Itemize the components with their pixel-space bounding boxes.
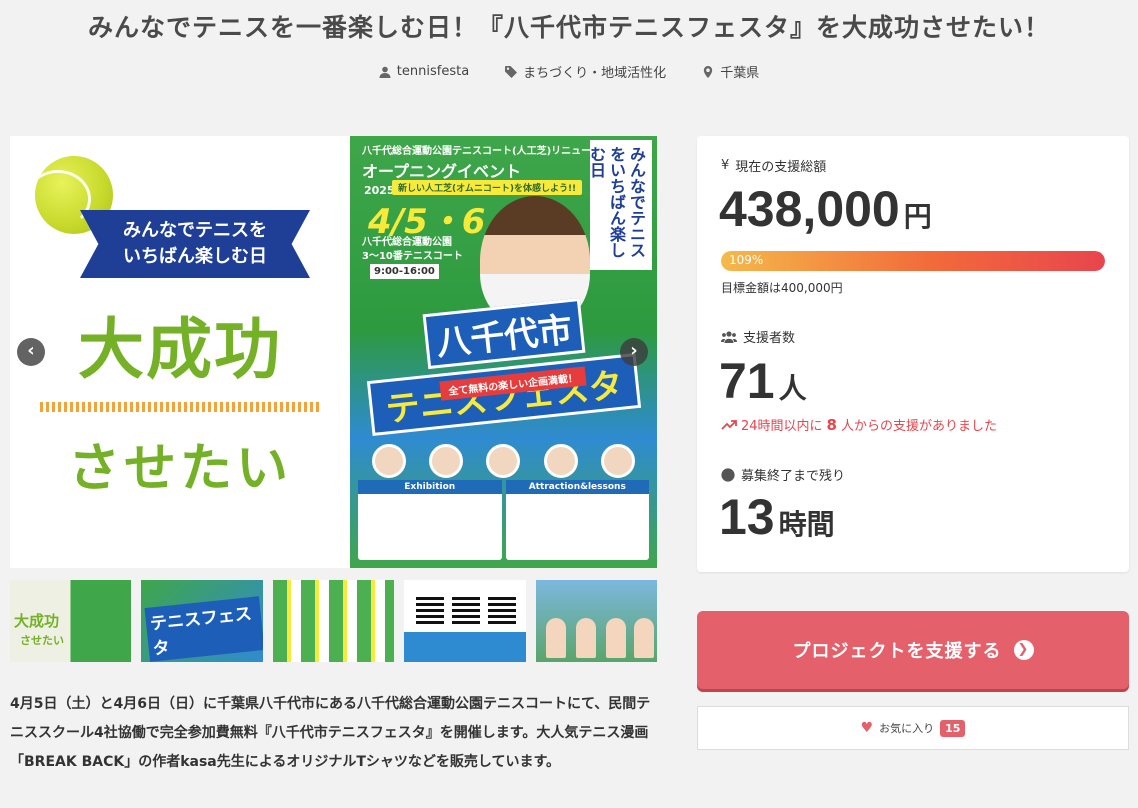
thumbnail-1-text: 大成功 — [14, 612, 60, 630]
recent-support-notice: 24時間以内に 8 人からの支援がありました — [721, 415, 997, 434]
category-link[interactable]: まちづくり・地域活性化 — [505, 62, 666, 81]
chevron-left-icon: ‹ — [27, 340, 35, 361]
poster-hours: 9:00-16:00 — [370, 264, 439, 279]
remaining-time: 13 時間 — [719, 488, 835, 546]
goal-amount: 目標金額は400,000円 — [721, 281, 843, 295]
remaining-label-text: 募集終了まで残り — [741, 469, 846, 484]
progress-percent: 109% — [729, 253, 764, 267]
guest-photo — [429, 444, 464, 478]
thumbnail-strip: 大成功 させたい テニスフェスタ — [10, 580, 658, 662]
funding-progress-bar: 109% — [721, 251, 1105, 271]
heart-icon: ♥ — [860, 720, 874, 736]
qr-code-icon — [452, 596, 481, 624]
total-label-text: 現在の支援総額 — [735, 160, 827, 175]
slide-image-2: 八千代総合運動公園テニスコート(人工芝)リニューアル オープニングイベント 20… — [350, 136, 657, 568]
yen-icon: ¥ — [721, 158, 730, 173]
slider-prev-button[interactable]: ‹ — [17, 338, 45, 366]
slide-image-1: みんなでテニスを いちばん楽しむ日 大成功 させたい — [10, 136, 350, 568]
thumbnail-2[interactable]: テニスフェスタ — [141, 580, 263, 662]
project-description: 4月5日（土）と4月6日（日）に千葉県八千代市にある八千代総合運動公園テニスコー… — [10, 696, 651, 770]
total-amount: 438,000 円 — [719, 180, 932, 238]
supporters-label-text: 支援者数 — [743, 331, 796, 346]
thumbnail-5[interactable] — [535, 580, 658, 662]
funding-stats-panel: ¥ 現在の支援総額 438,000 円 109% 目標金額は400,000円 支援… — [697, 136, 1129, 572]
total-amount-value: 438,000 — [719, 181, 900, 237]
trend-suffix: 人からの支援がありました — [840, 419, 997, 434]
remaining-time-unit: 時間 — [778, 509, 835, 540]
poster-venue: 八千代総合運動公園 3〜10番テニスコート — [362, 236, 482, 264]
trend-prefix: 24時間以内に — [741, 419, 823, 434]
support-project-button[interactable]: プロジェクトを支援する ❯ — [697, 611, 1129, 689]
thumbnail-1-subtext: させたい — [20, 634, 64, 647]
page-title: みんなでテニスを一番楽しむ日！『八千代市テニスフェスタ』を大成功させたい！ — [87, 13, 1050, 42]
qr-code-icon — [488, 596, 517, 624]
favorite-count-badge: 15 — [940, 719, 966, 737]
image-slider[interactable]: みんなでテニスを いちばん楽しむ日 大成功 させたい 八千代総合運動公園テニスコ… — [10, 136, 657, 568]
person-photo — [575, 618, 596, 658]
chevron-right-icon: › — [630, 340, 638, 361]
tag-icon — [505, 65, 518, 78]
slide1-ribbon: みんなでテニスを いちばん楽しむ日 — [80, 210, 310, 278]
attraction-panel: Attraction&lessons — [505, 480, 649, 560]
location-name: 千葉県 — [720, 66, 760, 81]
slider-next-button[interactable]: › — [620, 338, 648, 366]
guest-photo — [543, 444, 578, 478]
exhibition-label: Exhibition — [358, 480, 502, 494]
thumbnail-4[interactable] — [404, 580, 526, 662]
favorite-button[interactable]: ♥ お気に入り 15 — [697, 706, 1129, 750]
user-icon — [379, 66, 391, 78]
guest-photo — [371, 444, 406, 478]
qr-code-icon — [416, 596, 445, 624]
attraction-label: Attraction&lessons — [505, 480, 649, 494]
poster-header: 八千代総合運動公園テニスコート(人工芝)リニューアル — [362, 146, 611, 157]
support-button-label: プロジェクトを支援する — [792, 641, 1002, 662]
guest-photo — [601, 444, 636, 478]
supporters-count: 71 人 — [719, 352, 807, 410]
total-label: ¥ 現在の支援総額 — [721, 156, 826, 175]
poster-bottom-panels: Exhibition Attraction&lessons — [358, 480, 649, 560]
arrow-right-circle-icon: ❯ — [1013, 640, 1034, 660]
trend-count: 8 — [826, 415, 837, 434]
poster-opening: オープニングイベント — [362, 162, 522, 181]
person-photo — [633, 618, 654, 658]
guest-photo — [486, 444, 521, 478]
thumbnail-2-text: テニスフェスタ — [144, 596, 263, 662]
dotted-divider — [40, 402, 320, 412]
thumbnail-4-band — [404, 632, 526, 662]
poster-courts: 3〜10番テニスコート — [362, 251, 463, 262]
slide1-sub-text: させたい — [67, 439, 292, 499]
supporters-count-value: 71 — [719, 353, 775, 409]
ribbon-line-2: いちばん楽しむ日 — [123, 246, 267, 267]
trending-up-icon — [721, 419, 737, 430]
poster-guests — [360, 398, 647, 478]
poster-vertical-text: みんなでテニスをいちばん楽しむ日 — [587, 140, 652, 270]
exhibition-panel: Exhibition — [358, 480, 502, 560]
location-link[interactable]: 千葉県 — [702, 62, 759, 81]
poster-logo-line1: 八千代市 — [422, 297, 585, 370]
favorite-label: お気に入り — [879, 722, 935, 735]
poster-sub: 新しい人工芝(オムニコート)を体感しよう!! — [392, 180, 583, 195]
person-photo — [545, 618, 566, 658]
clock-icon — [721, 467, 735, 482]
remaining-time-value: 13 — [719, 489, 775, 545]
supporters-count-unit: 人 — [778, 373, 807, 404]
users-icon — [721, 330, 737, 343]
category-name: まちづくり・地域活性化 — [523, 66, 667, 81]
owner-link[interactable]: tennisfesta — [379, 62, 469, 81]
person-photo — [605, 618, 626, 658]
owner-name: tennisfesta — [396, 64, 470, 79]
slide1-big-text: 大成功 — [78, 311, 282, 388]
remaining-label: 募集終了まで残り — [721, 465, 845, 484]
project-meta: tennisfesta まちづくり・地域活性化 千葉県 — [0, 62, 1138, 81]
ribbon-line-1: みんなでテニスを — [123, 220, 267, 241]
thumbnail-3[interactable] — [272, 580, 395, 662]
progress-fill — [721, 251, 1105, 271]
thumbnail-1[interactable]: 大成功 させたい — [10, 580, 132, 662]
poster-venue-name: 八千代総合運動公園 — [362, 237, 452, 248]
map-pin-icon — [703, 65, 713, 78]
total-amount-unit: 円 — [903, 201, 932, 232]
supporters-label: 支援者数 — [721, 327, 795, 346]
